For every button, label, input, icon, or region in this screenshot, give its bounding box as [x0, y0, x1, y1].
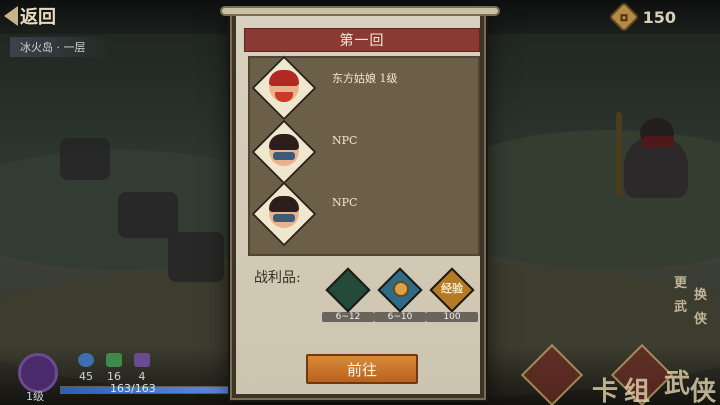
enemy-entry-3[interactable]: NPC — [250, 181, 478, 250]
currency-display[interactable]: 150 — [608, 1, 676, 33]
player-level: 1级 — [26, 390, 44, 403]
currency-amount: 150 — [642, 7, 676, 27]
leaf-icon — [106, 353, 122, 367]
enemy-name: 东方姑娘 1级 — [332, 72, 398, 85]
back-label: 返回 — [20, 7, 56, 28]
change-hero-text-1: 更 — [674, 276, 688, 291]
loot-exp-label: 经验 — [441, 282, 463, 295]
coin-icon — [608, 1, 640, 33]
hp-text: 163/163 — [110, 382, 156, 395]
menu-text-wu: 武 — [664, 369, 691, 399]
dialog-title: 第一回 — [339, 33, 385, 49]
loot-label: 战利品: — [254, 270, 301, 286]
change-hero-button[interactable]: 更 换 武 侠 — [672, 272, 714, 332]
enemy-list: 东方姑娘 1级 NPC NPC — [248, 55, 480, 256]
drop-icon — [78, 353, 94, 367]
loot-range: 6~12 — [322, 312, 374, 322]
scroll-rod — [220, 6, 500, 16]
enemy-name: NPC — [332, 134, 358, 147]
loot-item-coin[interactable]: 6~10 — [374, 267, 426, 322]
change-hero-text-3: 武 — [674, 300, 688, 315]
dialog-title-banner: 第一回 — [244, 28, 480, 52]
loot-range: 100 — [426, 312, 478, 322]
enemy-entry-1[interactable]: 东方姑娘 1级 — [250, 55, 478, 124]
stage-dialog: 第一回 东方姑娘 1级 NPC NPC 战利品: 6~12 6~10 经验 10… — [220, 6, 500, 400]
dark-gem-icon — [325, 267, 371, 313]
go-button[interactable]: 前往 — [306, 354, 418, 384]
back-arrow-icon — [4, 6, 18, 26]
loot-item-exp[interactable]: 经验 100 — [426, 267, 478, 322]
stat-defense: 16 — [106, 353, 122, 383]
player-avatar-icon[interactable] — [18, 353, 58, 393]
dialog-body: 第一回 东方姑娘 1级 NPC NPC 战利品: 6~12 6~10 经验 10… — [236, 14, 480, 394]
enemy-entry-2[interactable]: NPC — [250, 119, 478, 188]
card-menu-tile[interactable] — [520, 343, 584, 405]
stat-attack: 45 — [78, 353, 94, 383]
location-label: 冰火岛 · 一层 — [10, 37, 112, 57]
back-button[interactable]: 返回 — [4, 2, 82, 30]
menu-text-group: 组 — [624, 377, 651, 405]
enemy-name: NPC — [332, 196, 358, 209]
stat-speed: 4 — [134, 353, 150, 383]
stat-attack-value: 45 — [79, 370, 93, 383]
menu-text-xia: 侠 — [690, 377, 717, 405]
robe-icon — [134, 353, 150, 367]
loot-item-gem[interactable]: 6~12 — [322, 267, 374, 322]
loot-range: 6~10 — [374, 312, 426, 322]
change-hero-text-4: 侠 — [694, 312, 708, 327]
stat-row: 45 16 4 — [78, 353, 150, 383]
menu-text-card: 卡 — [592, 377, 619, 405]
change-hero-text-2: 换 — [694, 288, 708, 303]
go-button-label: 前往 — [346, 360, 377, 379]
bottom-right-menu: 卡 组 武 侠 — [500, 331, 720, 405]
